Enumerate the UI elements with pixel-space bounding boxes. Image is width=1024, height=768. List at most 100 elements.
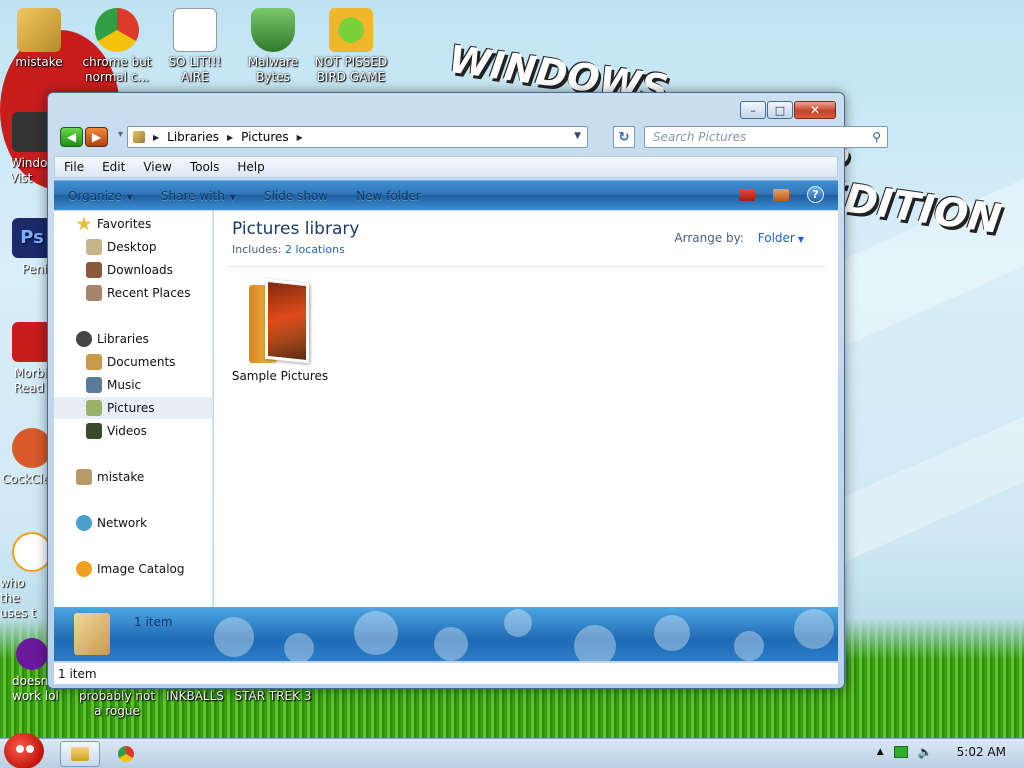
desktop-icon-label: STAR TREK 3 <box>234 689 312 703</box>
nav-documents[interactable]: Documents <box>54 351 212 373</box>
recent-pages-dropdown[interactable]: ▾ <box>118 129 123 140</box>
desktop-icon-solitaire[interactable]: SO LIT!!! AIRE <box>156 8 234 85</box>
downloads-icon <box>86 262 102 278</box>
command-bar: Organize ▼ Share with ▼ Slide show New fol… <box>54 180 838 210</box>
nav-videos[interactable]: Videos <box>54 420 212 442</box>
folder-item[interactable]: Sample Pictures <box>230 278 330 383</box>
star-icon <box>76 216 92 231</box>
search-icon[interactable]: ⚲ <box>872 130 881 144</box>
desktop-icon-mistake[interactable]: mistake <box>0 8 78 70</box>
shield-icon <box>251 8 295 52</box>
share-with-label: Share with <box>160 188 225 203</box>
chevron-down-icon: ▼ <box>229 192 236 202</box>
desktop-icon-label: Peni <box>22 262 48 276</box>
breadcrumb-chevron-icon[interactable]: ▶ <box>153 133 159 142</box>
desktop-icon-unknown[interactable]: who the uses t <box>0 532 48 621</box>
chevron-down-icon: ▼ <box>126 192 133 202</box>
nav-music[interactable]: Music <box>54 374 212 396</box>
desktop-icon-label: probably not a rogue <box>78 689 156 718</box>
forward-arrow-icon: ▶ <box>91 130 102 144</box>
refresh-button[interactable]: ↻ <box>613 126 635 148</box>
desktop-icon-label: Malware Bytes <box>247 55 299 84</box>
desktop-icon-bird-game[interactable]: NOT PISSED BIRD GAME <box>312 8 390 85</box>
start-button[interactable] <box>4 733 44 768</box>
includes-label: Includes: <box>232 243 282 256</box>
address-history-dropdown[interactable]: ▼ <box>574 131 581 141</box>
menu-edit[interactable]: Edit <box>93 160 134 174</box>
nav-downloads[interactable]: Downloads <box>54 259 212 281</box>
network-status-icon[interactable] <box>893 746 908 758</box>
nav-favorites[interactable]: Favorites <box>54 213 212 235</box>
locations-link[interactable]: 2 locations <box>285 243 345 256</box>
nav-pictures-label: Pictures <box>107 401 155 415</box>
network-icon <box>76 515 92 531</box>
close-button[interactable]: ✕ <box>794 101 836 119</box>
search-input[interactable] <box>645 127 855 147</box>
desktop-icon-star-trek[interactable]: STAR TREK 3 <box>234 689 312 704</box>
help-icon[interactable]: ? <box>807 186 824 203</box>
maximize-button[interactable]: □ <box>767 101 793 119</box>
address-bar[interactable]: ▶ Libraries ▶ Pictures ▶ ▼ <box>127 126 588 148</box>
menu-view[interactable]: View <box>134 160 180 174</box>
desktop-icon-photoshop[interactable]: Ps Peni <box>0 218 48 277</box>
nav-libraries[interactable]: Libraries <box>54 328 212 350</box>
lightning-icon <box>12 532 48 572</box>
volume-icon[interactable]: 🔈 <box>918 745 933 759</box>
search-box[interactable]: ⚲ <box>644 126 888 148</box>
organize-button[interactable]: Organize ▼ <box>54 189 147 203</box>
breadcrumb-pictures[interactable]: Pictures <box>241 130 289 144</box>
desktop-icon-label: SO LIT!!! AIRE <box>168 55 222 84</box>
chrome-icon <box>95 8 139 52</box>
nav-image-catalog-label: Image Catalog <box>97 562 185 576</box>
nav-network-label: Network <box>97 516 148 530</box>
desktop-icon-label: chrome but normal c... <box>82 55 152 84</box>
desktop-icon-rogue[interactable]: probably not a rogue <box>78 689 156 719</box>
nav-recent-places[interactable]: Recent Places <box>54 282 212 304</box>
menu-file[interactable]: File <box>55 160 93 174</box>
slide-show-button[interactable]: Slide show <box>250 189 342 203</box>
status-bar: 1 item <box>54 662 838 684</box>
library-thumbnail-icon <box>74 613 110 655</box>
share-with-button[interactable]: Share with ▼ <box>147 189 250 203</box>
show-hidden-icons[interactable]: ▲ <box>877 747 884 757</box>
nav-downloads-label: Downloads <box>107 263 173 277</box>
content-pane[interactable]: Pictures library Includes: 2 locations A… <box>214 211 838 607</box>
breadcrumb-chevron-icon[interactable]: ▶ <box>227 133 233 142</box>
desktop-icon-malwarebytes[interactable]: Malware Bytes <box>234 8 312 85</box>
desktop-icon-inkballs[interactable]: INKBALLS <box>156 689 234 704</box>
nav-network[interactable]: Network <box>54 512 212 534</box>
desktop-icon-chrome[interactable]: chrome but normal c... <box>78 8 156 85</box>
breadcrumb-libraries[interactable]: Libraries <box>167 130 219 144</box>
minimize-button[interactable]: – <box>740 101 766 119</box>
desktop-icon-windows-vista[interactable]: Windo Vist <box>0 112 48 186</box>
window-controls: – □ ✕ <box>740 101 836 119</box>
image-catalog-icon <box>76 561 92 577</box>
explorer-window[interactable]: – □ ✕ ◀ ▶ ▾ ▶ Libraries ▶ Pictures ▶ ▼ ↻… <box>47 92 888 689</box>
breadcrumb-chevron-icon[interactable]: ▶ <box>297 133 303 142</box>
taskbar-chrome-button[interactable] <box>106 741 146 767</box>
menu-help[interactable]: Help <box>228 160 273 174</box>
nav-desktop-label: Desktop <box>107 240 157 254</box>
menu-tools[interactable]: Tools <box>181 160 229 174</box>
nav-pictures[interactable]: Pictures <box>54 397 212 419</box>
nav-image-catalog[interactable]: Image Catalog <box>54 558 212 580</box>
details-pane: 1 item <box>54 607 838 661</box>
forward-button[interactable]: ▶ <box>85 127 108 147</box>
taskbar-explorer-button[interactable] <box>60 741 100 767</box>
desktop-icon-label: CockCle <box>2 472 48 486</box>
homegroup-icon <box>76 469 92 485</box>
nav-homegroup[interactable]: mistake <box>54 466 212 488</box>
desktop-icon-ccleaner[interactable]: CockCle <box>0 428 48 487</box>
new-folder-button[interactable]: New folder <box>342 189 435 203</box>
change-view-icon[interactable] <box>739 188 755 201</box>
nav-desktop[interactable]: Desktop <box>54 236 212 258</box>
arrange-by-dropdown[interactable]: Folder ▼ <box>758 231 804 245</box>
nav-videos-label: Videos <box>107 424 147 438</box>
library-icon <box>133 131 145 143</box>
back-button[interactable]: ◀ <box>60 127 83 147</box>
desktop-icon-reader[interactable]: Morbi Read <box>0 322 48 396</box>
preview-pane-icon[interactable] <box>773 188 789 201</box>
clock[interactable]: 5:02 AM <box>957 745 1006 759</box>
music-icon <box>86 377 102 393</box>
folder-label: Sample Pictures <box>231 369 329 383</box>
